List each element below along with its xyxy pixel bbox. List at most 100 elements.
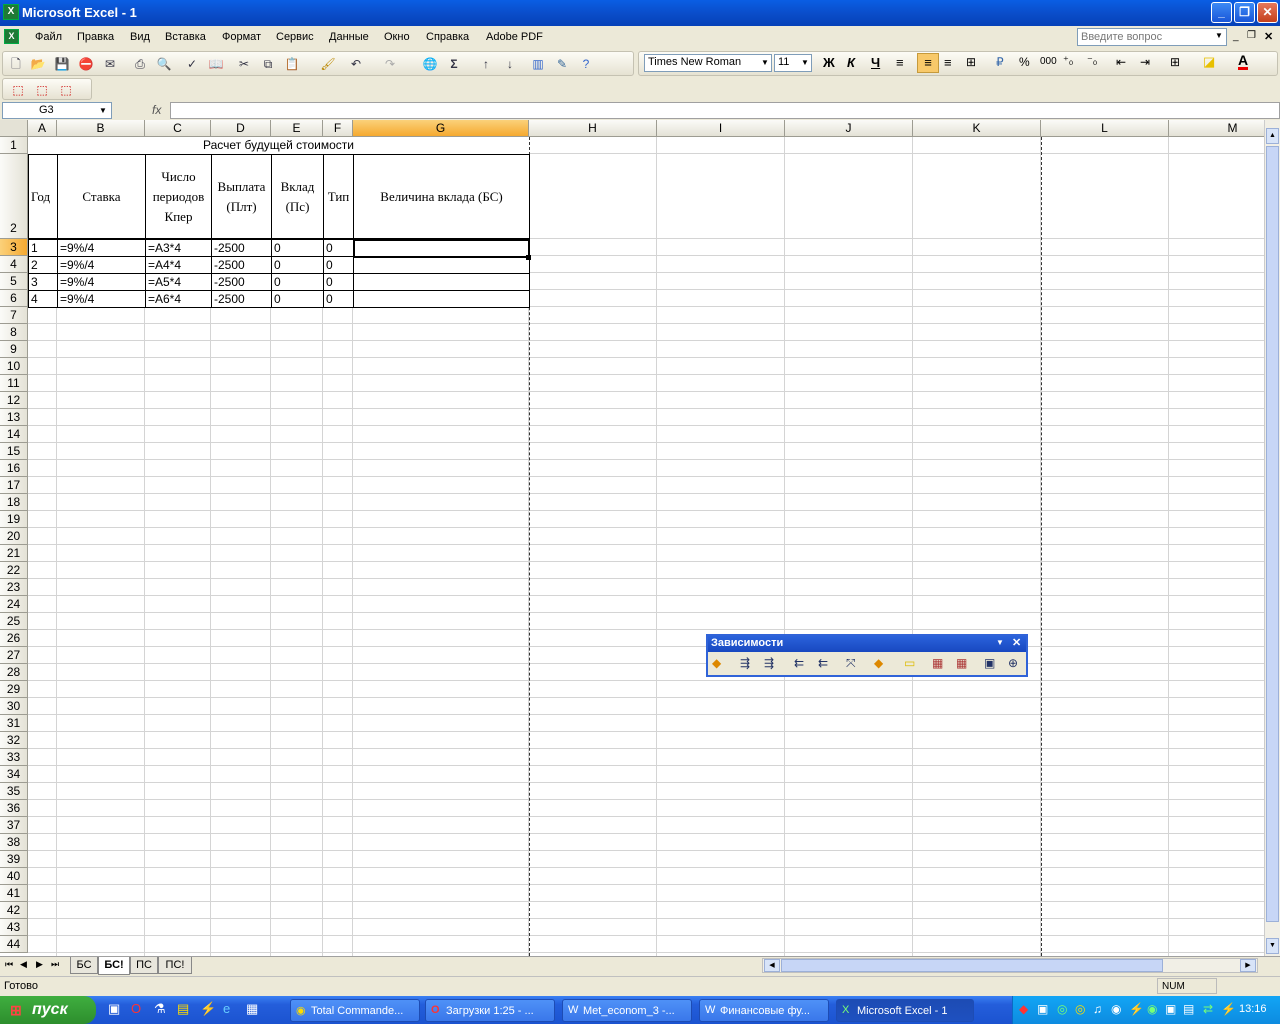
borders-icon[interactable]: ⊞ <box>1170 55 1180 69</box>
header-deposit-cell[interactable]: Вклад (Пс) <box>271 154 324 239</box>
row-header-43[interactable]: 43 <box>0 919 28 936</box>
comma-style-button[interactable]: 000 <box>1040 56 1057 67</box>
column-header-j[interactable]: J <box>785 120 913 137</box>
error-check-icon[interactable]: ◆ <box>712 656 721 670</box>
tray-app-icon[interactable]: ◎ <box>1057 1002 1067 1016</box>
remove-precedent-arrows-icon[interactable]: ⇶ <box>764 656 774 670</box>
data-cell[interactable]: =9%/4 <box>57 273 146 291</box>
row-header-19[interactable]: 19 <box>0 511 28 528</box>
increase-decimal-icon[interactable]: ⁺₀ <box>1063 54 1073 67</box>
remove-all-arrows-icon[interactable]: ⤧ <box>846 656 856 671</box>
column-header-l[interactable]: L <box>1041 120 1169 137</box>
data-cell[interactable]: 0 <box>271 239 324 257</box>
format-painter-icon[interactable]: 🖌 <box>319 55 337 73</box>
convert-to-pdf-icon[interactable]: ⬚ <box>9 81 27 99</box>
open-icon[interactable]: 📂 <box>29 55 47 73</box>
minimize-button[interactable]: _ <box>1211 2 1232 23</box>
fill-color-icon[interactable]: ◪ <box>1203 54 1215 70</box>
trace-dependents-icon[interactable]: ⇇ <box>794 656 804 670</box>
quicklaunch-folder-icon[interactable]: ▤ <box>177 1001 189 1017</box>
row-header-20[interactable]: 20 <box>0 528 28 545</box>
menu-format[interactable]: Формат <box>222 31 261 43</box>
vertical-scrollbar[interactable]: ▲ ▼ <box>1264 120 1280 956</box>
menu-data[interactable]: Данные <box>329 31 369 43</box>
row-header-7[interactable]: 7 <box>0 307 28 324</box>
scroll-down-icon[interactable]: ▼ <box>1266 938 1279 954</box>
task-opera[interactable]: O Загрузки 1:25 - ... <box>425 999 555 1022</box>
row-header-17[interactable]: 17 <box>0 477 28 494</box>
header-rate-cell[interactable]: Ставка <box>57 154 146 239</box>
trace-error-icon[interactable]: ◆ <box>874 656 883 670</box>
redo-icon[interactable]: ↷ <box>381 55 399 73</box>
tray-app2-icon[interactable]: ◎ <box>1075 1002 1085 1016</box>
row-header-41[interactable]: 41 <box>0 885 28 902</box>
data-cell[interactable]: 0 <box>271 273 324 291</box>
sort-ascending-icon[interactable]: ↑ <box>477 55 495 73</box>
data-cell[interactable]: =A6*4 <box>145 290 212 308</box>
task-total-commander[interactable]: ◉ Total Comma​nde... <box>290 999 420 1022</box>
scroll-up-icon[interactable]: ▲ <box>1266 128 1279 144</box>
row-header-6[interactable]: 6 <box>0 290 28 307</box>
row-header-16[interactable]: 16 <box>0 460 28 477</box>
print-icon[interactable]: ⎙ <box>131 55 149 73</box>
fill-handle[interactable] <box>526 255 531 260</box>
doc-close-icon[interactable]: ✕ <box>1264 30 1273 43</box>
quicklaunch-excel-icon[interactable]: ▣ <box>108 1001 120 1017</box>
column-header-f[interactable]: F <box>323 120 353 137</box>
column-header-c[interactable]: C <box>145 120 211 137</box>
data-cell[interactable]: -2500 <box>211 290 272 308</box>
circle-invalid-data-icon[interactable]: ▦ <box>932 656 943 670</box>
row-header-23[interactable]: 23 <box>0 579 28 596</box>
new-icon[interactable]: 🗋 <box>7 55 25 73</box>
close-button[interactable]: ✕ <box>1257 2 1278 23</box>
row-header-2[interactable]: 2 <box>0 154 28 239</box>
row-header-8[interactable]: 8 <box>0 324 28 341</box>
name-box[interactable]: G3 <box>2 102 112 119</box>
row-header-36[interactable]: 36 <box>0 800 28 817</box>
row-header-38[interactable]: 38 <box>0 834 28 851</box>
align-left-icon[interactable]: ≡ <box>896 55 904 70</box>
data-cell[interactable]: =9%/4 <box>57 290 146 308</box>
tray-app6-icon[interactable]: ▣ <box>1165 1002 1176 1016</box>
scroll-right-icon[interactable]: ▶ <box>1240 959 1256 972</box>
data-cell[interactable]: 0 <box>323 239 354 257</box>
data-cell[interactable]: 2 <box>28 256 58 274</box>
column-header-d[interactable]: D <box>211 120 271 137</box>
row-header-1[interactable]: 1 <box>0 137 28 154</box>
task-word-finance[interactable]: W Финансовые фу... <box>699 999 829 1022</box>
column-header-h[interactable]: H <box>529 120 657 137</box>
tray-app4-icon[interactable]: ⚡ <box>1129 1002 1144 1016</box>
network-icon[interactable]: ▣ <box>1037 1002 1048 1016</box>
menu-tools[interactable]: Сервис <box>276 31 314 43</box>
data-cell[interactable]: =A4*4 <box>145 256 212 274</box>
row-header-31[interactable]: 31 <box>0 715 28 732</box>
data-cell[interactable]: 4 <box>28 290 58 308</box>
menu-edit[interactable]: Правка <box>77 31 114 43</box>
row-header-34[interactable]: 34 <box>0 766 28 783</box>
email-icon[interactable]: ✉ <box>101 55 119 73</box>
copy-icon[interactable]: ⧉ <box>259 55 277 73</box>
clock[interactable]: 13:16 <box>1239 1003 1267 1015</box>
table-title[interactable]: Расчет будущей стоимости <box>28 137 529 154</box>
first-sheet-icon[interactable]: ⏮ <box>5 959 13 970</box>
data-cell[interactable]: -2500 <box>211 256 272 274</box>
header-payment-cell[interactable]: Выплата (Плт) <box>211 154 272 239</box>
quicklaunch-app-icon[interactable]: ⚗ <box>154 1001 166 1017</box>
row-header-18[interactable]: 18 <box>0 494 28 511</box>
increase-indent-icon[interactable]: ⇥ <box>1140 55 1150 69</box>
data-cell[interactable]: -2500 <box>211 239 272 257</box>
remove-dependent-arrows-icon[interactable]: ⇇ <box>818 656 828 670</box>
data-cell[interactable]: 0 <box>323 290 354 308</box>
row-header-44[interactable]: 44 <box>0 936 28 953</box>
workbook-icon[interactable]: X <box>4 29 19 44</box>
row-header-5[interactable]: 5 <box>0 273 28 290</box>
restore-button[interactable]: ❐ <box>1234 2 1255 23</box>
row-header-12[interactable]: 12 <box>0 392 28 409</box>
merge-center-icon[interactable]: ⊞ <box>966 55 976 69</box>
row-header-37[interactable]: 37 <box>0 817 28 834</box>
align-right-icon[interactable]: ≡ <box>944 55 952 70</box>
column-header-g[interactable]: G <box>353 120 529 137</box>
hscroll-thumb[interactable] <box>781 959 1163 972</box>
row-header-9[interactable]: 9 <box>0 341 28 358</box>
data-cell[interactable]: 0 <box>323 256 354 274</box>
